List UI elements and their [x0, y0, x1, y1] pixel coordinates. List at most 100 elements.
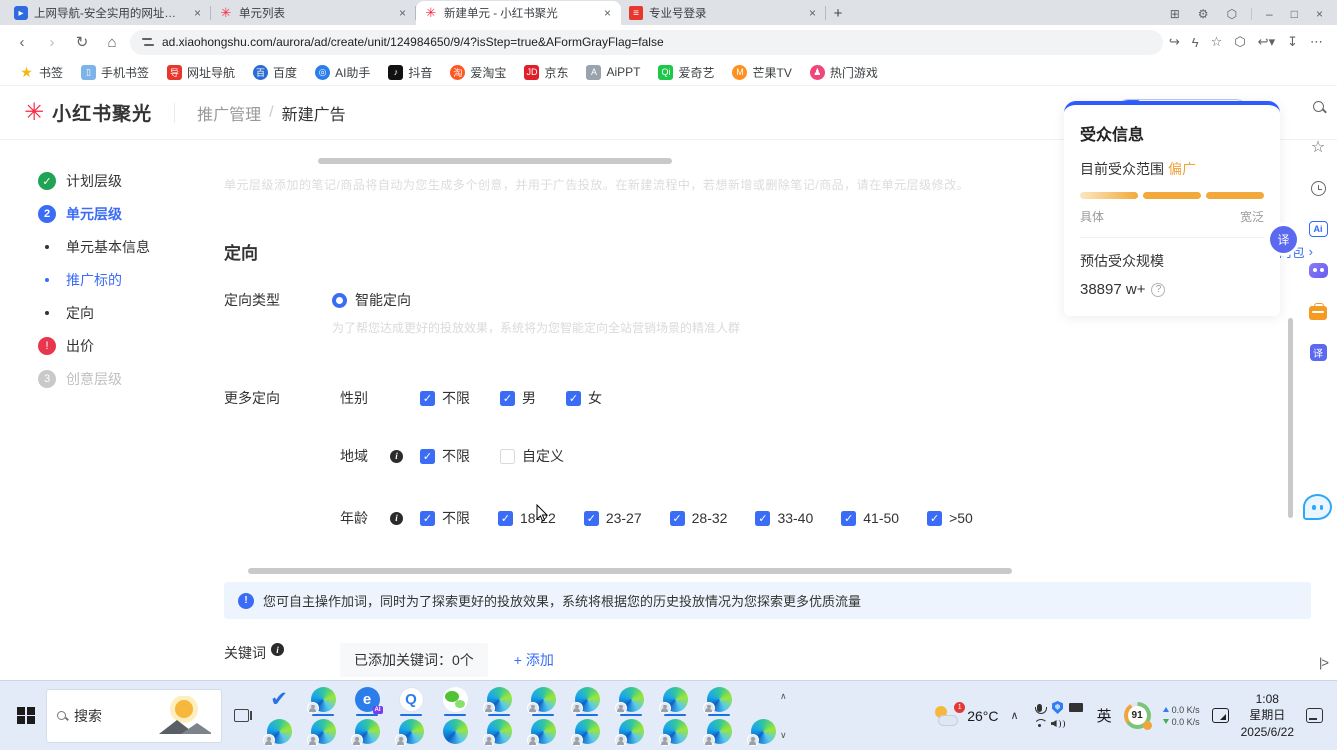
browser-menu-icon[interactable]: ⋯ [1310, 34, 1323, 50]
info-icon[interactable]: i [390, 450, 403, 463]
reload-icon[interactable]: ↻ [70, 30, 94, 54]
step-bidding[interactable]: ! 出价 [38, 337, 200, 355]
address-bar[interactable]: ad.xiaohongshu.com/aurora/ad/create/unit… [130, 30, 1163, 55]
edge-app-icon[interactable] [750, 719, 776, 744]
qq-browser-app-icon[interactable]: Q [398, 687, 424, 717]
ime-indicator[interactable]: 英 [1097, 705, 1112, 726]
radio-selected-icon[interactable] [332, 293, 347, 308]
age-28-32-checkbox[interactable]: ✓28-32 [670, 508, 728, 528]
edge-app-icon[interactable] [442, 719, 468, 744]
age-41-50-checkbox[interactable]: ✓41-50 [841, 508, 899, 528]
rail-favorites-icon[interactable]: ☆ [1308, 137, 1328, 157]
tab-nav-site[interactable]: ▸ 上网导航-安全实用的网址导航 × [6, 1, 211, 25]
bookmark-item[interactable]: JD京东 [517, 62, 575, 83]
bookmark-item[interactable]: ▯手机书签 [74, 62, 156, 83]
rail-search-icon[interactable] [1308, 96, 1328, 116]
downloads-icon[interactable]: ↧ [1287, 34, 1298, 50]
rail-ai-icon[interactable]: Ai [1308, 219, 1328, 239]
gender-male-checkbox[interactable]: ✓男 [500, 388, 536, 408]
chat-assistant-fab[interactable] [1303, 494, 1332, 520]
share-icon[interactable]: ↪ [1169, 34, 1180, 50]
new-tab-button[interactable]: + [826, 1, 850, 25]
step-unit-basic-info[interactable]: 单元基本信息 [38, 238, 200, 256]
browser-ai-app-icon[interactable]: e [354, 687, 380, 717]
info-icon[interactable]: i [390, 512, 403, 525]
search-highlight-weather-icon[interactable] [159, 696, 211, 736]
tab-pro-login[interactable]: ≡ 专业号登录 × [621, 1, 826, 25]
minimize-button[interactable]: – [1262, 7, 1277, 21]
region-custom-checkbox[interactable]: ✓自定义 [500, 446, 564, 466]
bookmark-item[interactable]: Qi爱奇艺 [651, 62, 721, 83]
tab-new-unit-active[interactable]: ✳ 新建单元 - 小红书聚光 × [416, 1, 621, 25]
bookmark-item[interactable]: ★书签 [12, 62, 70, 83]
brand-logo[interactable]: ✳ 小红书聚光 [24, 99, 152, 126]
question-circle-icon[interactable]: ? [1151, 283, 1165, 297]
rail-translate-icon[interactable]: 译 [1308, 342, 1328, 362]
edge-app-icon[interactable] [618, 687, 644, 717]
extensions-shelf-icon[interactable]: ⬡ [1223, 7, 1241, 21]
edge-app-icon[interactable] [662, 719, 688, 744]
bookmark-item[interactable]: M芒果TV [725, 62, 798, 83]
edge-app-icon[interactable] [310, 687, 336, 717]
age-unlimited-checkbox[interactable]: ✓不限 [420, 508, 470, 528]
apps-scroll-down-icon[interactable]: ∨ [780, 730, 787, 741]
speaker-icon[interactable] [1051, 720, 1065, 728]
bookmark-item[interactable]: ♪抖音 [381, 62, 439, 83]
home-icon[interactable]: ⌂ [100, 30, 124, 54]
edge-app-icon[interactable] [354, 719, 380, 744]
step-targeting[interactable]: 定向 [38, 304, 200, 322]
close-button[interactable]: × [1312, 7, 1327, 21]
hidden-icons-chevron[interactable]: ∧ [1011, 709, 1019, 722]
step-plan-level[interactable]: ✓ 计划层级 [38, 172, 200, 190]
start-button[interactable] [6, 689, 46, 743]
screenshot-tool-icon[interactable] [1212, 708, 1229, 723]
edge-app-icon[interactable] [486, 687, 512, 717]
browser-tools-icon[interactable]: ⚙ [1194, 7, 1213, 21]
region-unlimited-checkbox[interactable]: ✓不限 [420, 446, 470, 466]
horizontal-scrollbar[interactable] [248, 568, 1012, 574]
microphone-icon[interactable] [1037, 704, 1042, 712]
weather-widget[interactable]: 1 26°C [935, 706, 998, 726]
favorite-star-icon[interactable]: ☆ [1211, 34, 1223, 50]
rail-history-icon[interactable] [1308, 178, 1328, 198]
tab-close-icon[interactable]: × [807, 6, 818, 20]
age-50plus-checkbox[interactable]: ✓>50 [927, 508, 973, 528]
wechat-app-icon[interactable] [442, 687, 468, 717]
edge-app-icon[interactable] [398, 719, 424, 744]
gender-unlimited-checkbox[interactable]: ✓不限 [420, 388, 470, 408]
site-info-icon[interactable] [142, 37, 154, 47]
info-icon[interactable]: i [271, 643, 284, 656]
battery-device-icon[interactable] [1069, 703, 1083, 712]
step-creative-level[interactable]: 3 创意层级 [38, 370, 200, 388]
age-33-40-checkbox[interactable]: ✓33-40 [755, 508, 813, 528]
edge-app-icon[interactable] [706, 719, 732, 744]
tab-close-icon[interactable]: × [602, 6, 613, 20]
bookmark-item[interactable]: AAiPPT [579, 63, 647, 82]
todo-check-app-icon[interactable]: ✔ [266, 687, 292, 717]
edge-app-icon[interactable] [530, 719, 556, 744]
rail-toolbox-icon[interactable] [1308, 301, 1328, 321]
breadcrumb-parent[interactable]: 推广管理 [197, 101, 261, 125]
bookmark-item[interactable]: 淘爱淘宝 [443, 62, 513, 83]
maximize-button[interactable]: □ [1287, 7, 1302, 21]
bookmark-item[interactable]: ◎AI助手 [308, 62, 377, 83]
flash-icon[interactable]: ϟ [1192, 35, 1199, 50]
tab-close-icon[interactable]: × [397, 6, 408, 20]
add-keyword-button[interactable]: + 添加 [514, 650, 554, 670]
edge-app-icon[interactable] [618, 719, 644, 744]
age-23-27-checkbox[interactable]: ✓23-27 [584, 508, 642, 528]
battery-ring[interactable]: 91 [1124, 702, 1151, 729]
collapse-rail-handle[interactable]: |> [1319, 655, 1328, 670]
wifi-icon[interactable] [1034, 719, 1046, 728]
edge-app-icon[interactable] [574, 687, 600, 717]
back-icon[interactable]: ‹ [10, 30, 34, 54]
extensions-icon[interactable]: ⬡ [1234, 34, 1245, 50]
edge-app-icon[interactable] [310, 719, 336, 744]
step-unit-level[interactable]: 2 单元层级 [38, 205, 200, 223]
net-speed-widget[interactable]: 0.0 K/s 0.0 K/s [1163, 705, 1200, 727]
rail-games-icon[interactable] [1308, 260, 1328, 280]
tab-close-icon[interactable]: × [192, 6, 203, 20]
taskbar-search-box[interactable]: 搜索 [46, 689, 222, 743]
edge-app-icon[interactable] [530, 687, 556, 717]
history-dropdown-icon[interactable]: ↩▾ [1258, 34, 1275, 50]
